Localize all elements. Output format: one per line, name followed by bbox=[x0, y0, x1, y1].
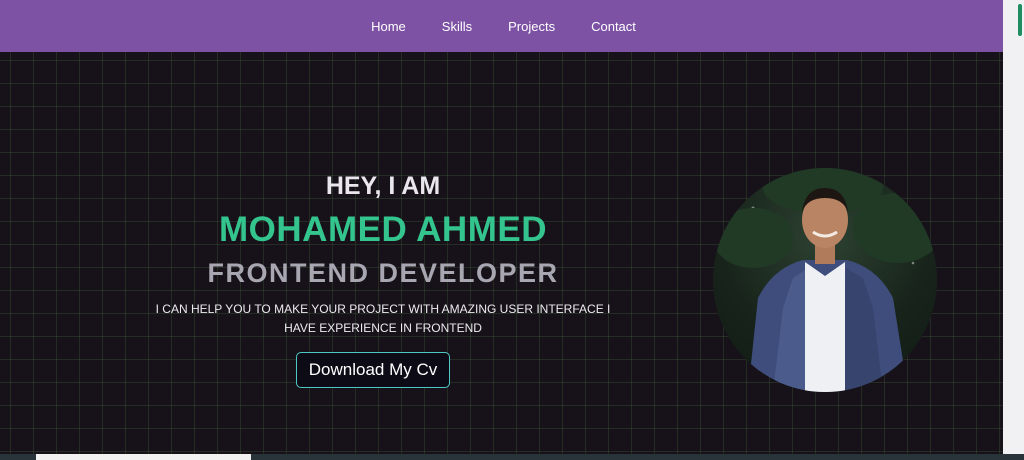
profile-photo bbox=[713, 168, 937, 392]
nav-link-contact[interactable]: Contact bbox=[591, 19, 636, 34]
page-viewport: Home Skills Projects Contact HEY, I AM M… bbox=[0, 0, 1003, 454]
hero-role: FRONTEND DEVELOPER bbox=[207, 258, 559, 288]
top-navbar: Home Skills Projects Contact bbox=[0, 0, 1003, 52]
hero-section: HEY, I AM MOHAMED AHMED FRONTEND DEVELOP… bbox=[140, 170, 626, 388]
nav-link-skills[interactable]: Skills bbox=[442, 19, 472, 34]
nav-link-home[interactable]: Home bbox=[371, 19, 406, 34]
profile-photo-illustration bbox=[713, 168, 937, 392]
hero-greeting: HEY, I AM bbox=[325, 172, 441, 200]
taskbar bbox=[0, 454, 1024, 460]
taskbar-preview[interactable] bbox=[36, 454, 251, 460]
page-scrollbar[interactable] bbox=[1003, 0, 1024, 454]
nav-link-projects[interactable]: Projects bbox=[508, 19, 555, 34]
scrollbar-thumb[interactable] bbox=[1018, 4, 1022, 36]
hero-description: I CAN HELP YOU TO MAKE YOUR PROJECT WITH… bbox=[155, 302, 611, 335]
download-cv-button[interactable]: Download My Cv bbox=[295, 352, 451, 388]
nav-links: Home Skills Projects Contact bbox=[371, 19, 636, 34]
hero-name: MOHAMED AHMED bbox=[219, 210, 547, 249]
